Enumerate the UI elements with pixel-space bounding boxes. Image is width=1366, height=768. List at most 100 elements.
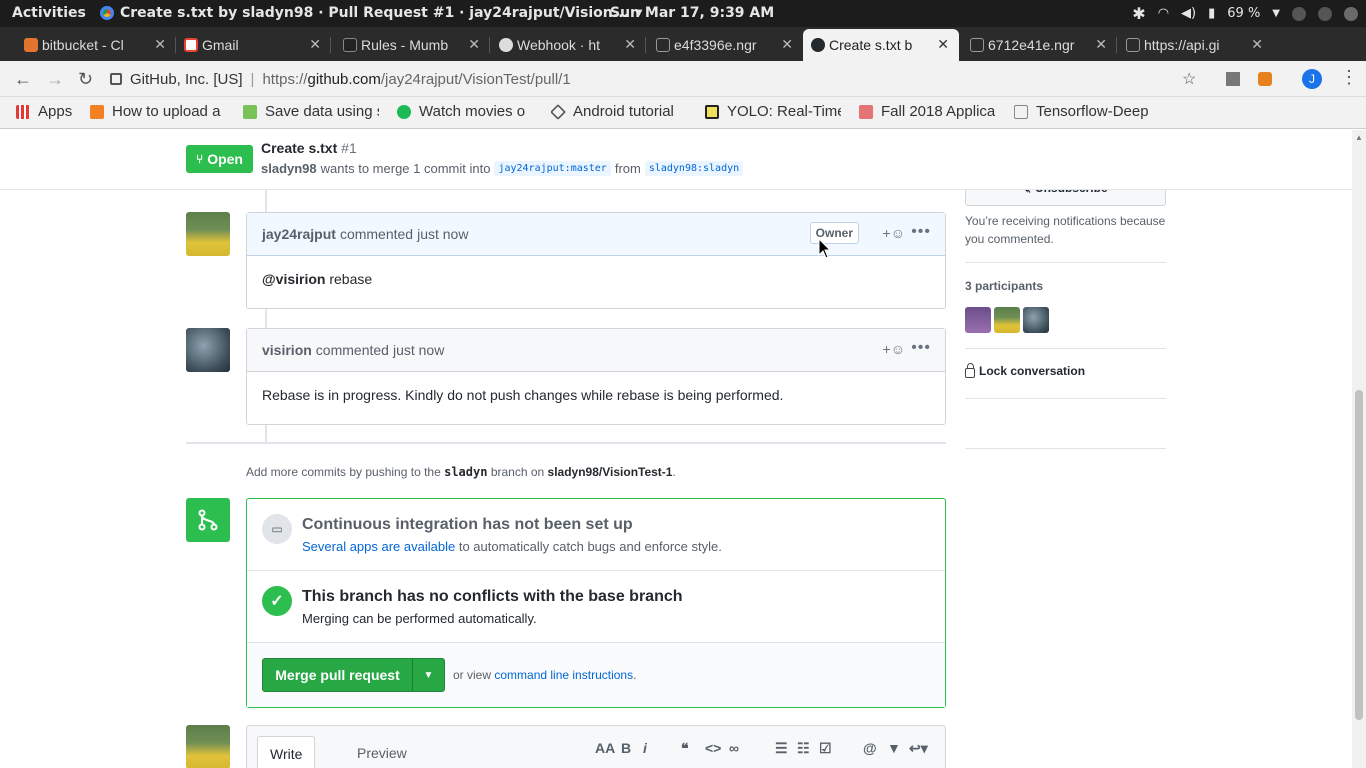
italic-icon[interactable]: i [643, 740, 647, 756]
document-icon [1126, 38, 1140, 52]
play-icon [397, 104, 411, 119]
diamond-icon [551, 103, 566, 120]
close-tab-icon[interactable]: ✕ [309, 36, 321, 53]
mention-icon[interactable]: @ [863, 740, 877, 756]
avatar[interactable] [186, 212, 230, 256]
reload-icon[interactable]: ↻ [78, 69, 93, 90]
quote-icon[interactable]: ❝ [681, 740, 689, 757]
browser-tab[interactable]: Gmail ✕ [176, 29, 331, 61]
user-mention[interactable]: @visirion [262, 271, 325, 287]
bookmark-item[interactable]: Save data using s [243, 103, 379, 120]
close-window-button[interactable] [1344, 6, 1358, 21]
avatar[interactable] [186, 328, 230, 372]
bookmark-icon[interactable]: ▼ [887, 740, 901, 756]
lock-conversation-link[interactable]: Lock conversation [965, 362, 1085, 378]
avatar[interactable] [965, 307, 991, 333]
shield-icon [859, 104, 873, 119]
scrollbar-thumb[interactable] [1355, 390, 1363, 720]
avatar[interactable] [994, 307, 1020, 333]
notification-notice: You’re receiving notifications because y… [965, 214, 1166, 246]
document-icon [970, 38, 984, 52]
code-icon[interactable]: <> [705, 740, 721, 756]
system-tray[interactable]: ✱ ◠ ◀) ▮ 69 % ▼ [1132, 4, 1358, 23]
merge-pull-request-button[interactable]: Merge pull request ▼ [262, 658, 445, 692]
close-tab-icon[interactable]: ✕ [624, 36, 636, 53]
android-icon [243, 104, 257, 119]
extension-icon[interactable] [1226, 72, 1240, 86]
clock[interactable]: Sun Mar 17, 9:39 AM [610, 5, 774, 21]
comment-author[interactable]: jay24rajput [262, 226, 336, 242]
browser-tab-active[interactable]: Create s.txt b ✕ [803, 29, 959, 61]
browser-tab[interactable]: Rules - Mumb ✕ [335, 29, 490, 61]
bookmark-item[interactable]: How to upload a [90, 103, 225, 120]
comment-body: @visirion rebase [262, 271, 373, 287]
apps-grid-icon [16, 104, 30, 119]
forward-arrow-icon[interactable]: → [46, 69, 64, 90]
battery-level: 69 % [1227, 6, 1261, 21]
close-tab-icon[interactable]: ✕ [1251, 36, 1263, 53]
comment-time[interactable]: just now [417, 226, 468, 242]
pr-author-link[interactable]: sladyn98 [261, 161, 317, 176]
wifi-icon: ◠ [1157, 6, 1170, 21]
minimize-button[interactable] [1292, 6, 1306, 21]
bookmark-item[interactable]: Android tutorial [551, 103, 687, 120]
merge-options-dropdown[interactable]: ▼ [413, 659, 444, 691]
url-bar[interactable]: GitHub, Inc. [US] | https://github.com/j… [110, 65, 1210, 93]
cli-hint: or view command line instructions. [453, 668, 637, 682]
bitbucket-icon [24, 38, 38, 52]
close-tab-icon[interactable]: ✕ [468, 36, 480, 53]
numbered-list-icon[interactable]: ☷ [797, 740, 810, 757]
task-list-icon[interactable]: ☑ [819, 740, 832, 757]
page-scrollbar[interactable]: ▲ [1352, 130, 1366, 768]
browser-tab[interactable]: Webhook · ht ✕ [491, 29, 646, 61]
close-tab-icon[interactable]: ✕ [1095, 36, 1107, 53]
add-commits-hint: Add more commits by pushing to the slady… [246, 465, 676, 479]
more-options-icon[interactable]: ••• [911, 223, 931, 241]
metamask-icon[interactable] [1258, 72, 1272, 86]
slack-icon[interactable]: ✱ [1132, 4, 1145, 23]
maximize-button[interactable] [1318, 6, 1332, 21]
head-branch[interactable]: sladyn98:sladyn [644, 161, 744, 176]
menu-dots-icon[interactable]: ⋮ [1340, 67, 1358, 88]
command-line-link[interactable]: command line instructions [494, 668, 633, 682]
bold-icon[interactable]: B [621, 740, 631, 756]
tab-preview[interactable]: Preview [345, 736, 419, 768]
link-icon[interactable]: ∞ [729, 740, 739, 756]
comment-time[interactable]: just now [393, 342, 444, 358]
activities-button[interactable]: Activities [12, 5, 86, 21]
reply-icon[interactable]: ↩▾ [909, 740, 928, 757]
avatar [186, 725, 230, 768]
header-text-icon[interactable]: AA [595, 740, 615, 756]
close-tab-icon[interactable]: ✕ [154, 36, 166, 53]
bookmark-item[interactable]: YOLO: Real-Time [705, 103, 841, 120]
bookmark-star-icon[interactable]: ☆ [1182, 69, 1196, 89]
volume-icon: ◀) [1181, 6, 1197, 21]
pr-sticky-header: ⑂ Open Create s.txt #1 sladyn98 wants to… [0, 130, 1352, 190]
profile-avatar[interactable]: J [1302, 69, 1322, 89]
close-tab-icon[interactable]: ✕ [937, 36, 949, 53]
bookmark-apps[interactable]: Apps [16, 103, 72, 120]
add-reaction-icon[interactable]: +☺ [883, 225, 905, 241]
browser-tab[interactable]: 6712e41e.ngr ✕ [962, 29, 1117, 61]
repo-link[interactable]: sladyn98/VisionTest-1 [548, 465, 673, 479]
scroll-up-arrow-icon[interactable]: ▲ [1355, 133, 1363, 142]
bookmark-item[interactable]: Watch movies o [397, 103, 533, 120]
apps-link[interactable]: Several apps are available [302, 539, 455, 554]
comment-body: Rebase is in progress. Kindly do not pus… [262, 387, 784, 403]
bookmark-item[interactable]: Fall 2018 Applica [859, 103, 995, 120]
comment-author[interactable]: visirion [262, 342, 312, 358]
bookmark-item[interactable]: Tensorflow-Deep [1014, 103, 1150, 120]
base-branch[interactable]: jay24rajput:master [494, 161, 611, 176]
window-title[interactable]: Create s.txt by sladyn98 · Pull Request … [100, 5, 642, 21]
close-tab-icon[interactable]: ✕ [781, 36, 793, 53]
browser-tab[interactable]: https://api.gi ✕ [1118, 29, 1273, 61]
add-reaction-icon[interactable]: +☺ [883, 341, 905, 357]
tab-write[interactable]: Write [257, 736, 316, 768]
avatar[interactable] [1023, 307, 1049, 333]
browser-tab[interactable]: bitbucket - Cl ✕ [16, 29, 176, 61]
more-options-icon[interactable]: ••• [911, 339, 931, 357]
back-arrow-icon[interactable]: ← [14, 69, 32, 90]
yolo-icon [705, 104, 719, 119]
bulleted-list-icon[interactable]: ☰ [775, 740, 788, 757]
browser-tab[interactable]: e4f3396e.ngr ✕ [648, 29, 803, 61]
